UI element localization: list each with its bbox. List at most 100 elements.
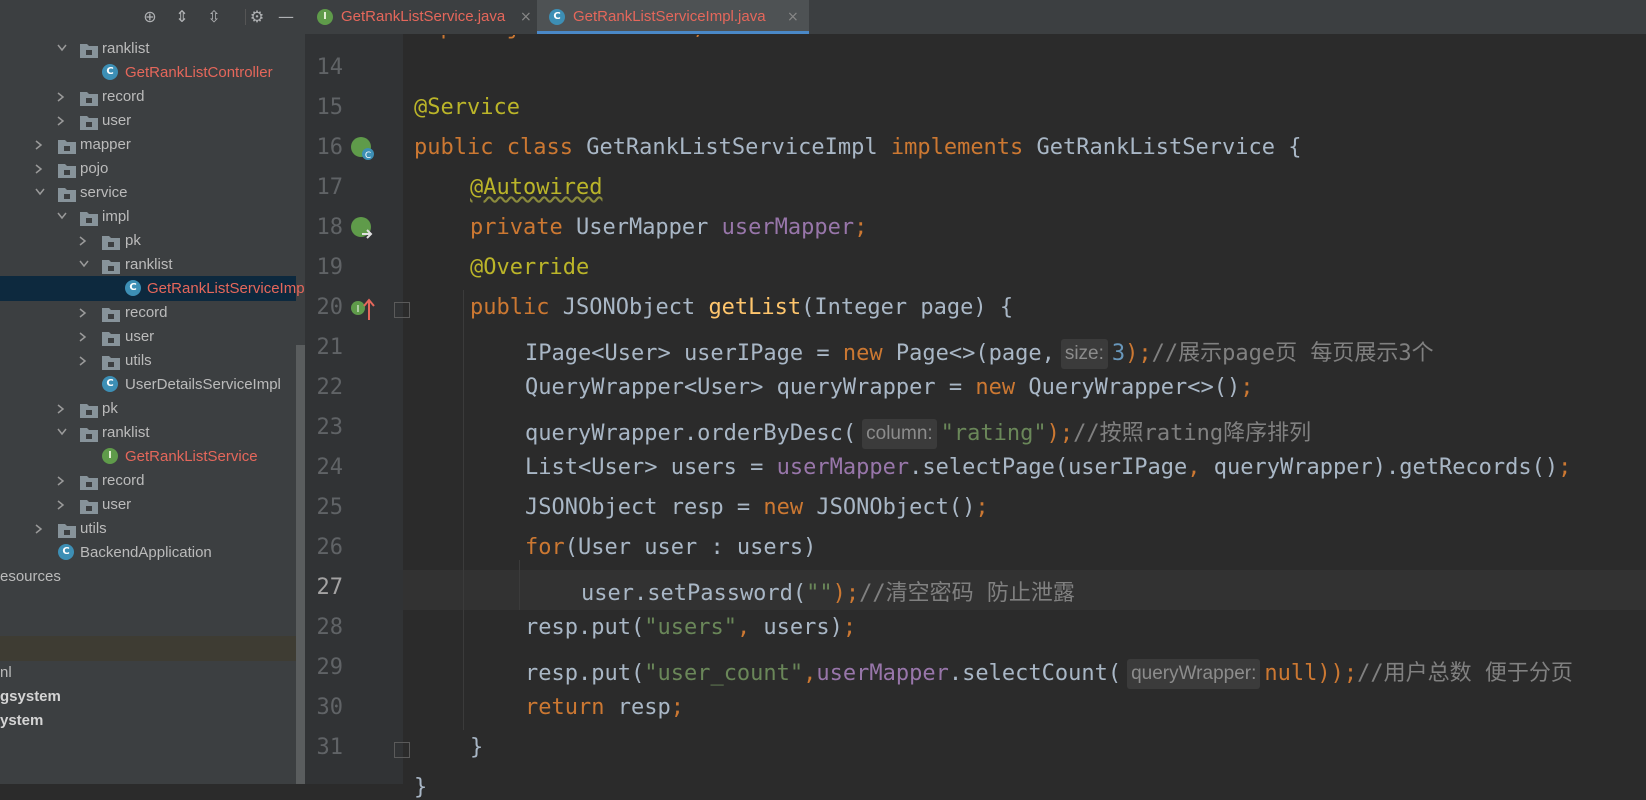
tree-item-pojo[interactable]: pojo — [0, 156, 296, 181]
tree-item-user[interactable]: user — [0, 492, 296, 517]
code-token: ); — [832, 581, 860, 606]
parameter-hint: queryWrapper: — [1127, 659, 1261, 689]
project-tree: ranklist C GetRankListController record … — [0, 36, 305, 784]
indent-guide — [519, 560, 520, 610]
chevron-down-icon[interactable] — [33, 180, 47, 205]
tree-item-utils[interactable]: utils — [0, 348, 296, 373]
code-line-30: return resp; — [525, 695, 684, 720]
code-token: public — [470, 295, 550, 320]
folder-icon — [80, 425, 98, 442]
folder-icon — [58, 521, 76, 538]
tree-item-label: record — [125, 304, 168, 321]
code-line-25: JSONObject resp = new JSONObject(); — [525, 495, 989, 520]
tree-item-mapper[interactable]: mapper — [0, 132, 296, 157]
tree-item-record[interactable]: record — [0, 468, 296, 493]
tree-item-module[interactable]: ystem — [0, 708, 296, 733]
tree-item-record[interactable]: record — [0, 84, 296, 109]
minimize-icon[interactable]: — — [276, 7, 296, 27]
tree-item-getranklistservice[interactable]: I GetRankListService — [0, 444, 296, 469]
chevron-right-icon[interactable] — [77, 300, 91, 325]
bean-navigation-icon[interactable] — [350, 216, 376, 242]
fold-marker-icon[interactable] — [394, 742, 410, 758]
code-token: List<User> users = — [525, 455, 777, 480]
tree-item-xml[interactable]: nl — [0, 660, 296, 685]
code-token: ; — [854, 215, 868, 240]
tree-item-ranklist[interactable]: ranklist — [0, 420, 296, 445]
tree-item-label: nl — [0, 664, 12, 681]
chevron-right-icon[interactable] — [55, 108, 69, 133]
folder-icon — [80, 89, 98, 106]
folder-icon — [80, 473, 98, 490]
tab-getranklistserviceimpl[interactable]: C GetRankListServiceImpl.java × — [537, 0, 809, 34]
line-number: 21 — [316, 335, 344, 360]
code-line-28: resp.put("users", users); — [525, 615, 856, 640]
tree-item-pk[interactable]: pk — [0, 396, 296, 421]
line-number: 31 — [316, 735, 344, 760]
tree-item-userdetailsserviceimpl[interactable]: C UserDetailsServiceImpl — [0, 372, 296, 397]
tree-item-utils[interactable]: utils — [0, 516, 296, 541]
tree-item-backendapplication[interactable]: C BackendApplication — [0, 540, 296, 565]
code-token: , — [803, 661, 817, 686]
chevron-right-icon[interactable] — [77, 324, 91, 349]
chevron-right-icon[interactable] — [33, 132, 47, 157]
chevron-right-icon[interactable] — [55, 396, 69, 421]
folder-icon — [80, 41, 98, 58]
tree-item-user[interactable]: user — [0, 108, 296, 133]
class-icon: C — [102, 64, 118, 80]
tree-item-label: user — [125, 328, 155, 345]
close-icon[interactable]: × — [787, 0, 799, 34]
tree-item-getranklistcontroller[interactable]: C GetRankListController — [0, 60, 296, 85]
override-method-icon[interactable]: I — [350, 296, 376, 322]
tree-item-label: mapper — [80, 136, 131, 153]
chevron-right-icon[interactable] — [55, 84, 69, 109]
chevron-right-icon[interactable] — [77, 228, 91, 253]
tree-item-ranklist[interactable]: ranklist — [0, 36, 296, 61]
code-token: ; — [670, 695, 684, 720]
chevron-right-icon[interactable] — [77, 348, 91, 373]
chevron-right-icon[interactable] — [33, 516, 47, 541]
code-token: UserMapper — [562, 215, 722, 240]
code-token: null — [1264, 661, 1318, 686]
code-token: ; — [1558, 455, 1572, 480]
chevron-down-icon[interactable] — [55, 204, 69, 229]
close-icon[interactable]: × — [520, 0, 532, 34]
code-token: "" — [806, 581, 833, 606]
chevron-down-icon[interactable] — [77, 252, 91, 277]
chevron-right-icon[interactable] — [55, 492, 69, 517]
code-token: (Integer page) { — [801, 295, 1014, 320]
chevron-right-icon[interactable] — [55, 468, 69, 493]
tree-item-record[interactable]: record — [0, 300, 296, 325]
folder-icon — [102, 329, 120, 346]
tree-item-pk[interactable]: pk — [0, 228, 296, 253]
tree-item-module[interactable]: gsystem — [0, 684, 296, 709]
code-token: QueryWrapper<User> queryWrapper = — [525, 375, 976, 400]
code-comment: //清空密码 防止泄露 — [859, 581, 1075, 606]
tree-item-service[interactable]: service — [0, 180, 296, 205]
fold-marker-icon[interactable] — [394, 302, 410, 318]
tree-item-label: pojo — [80, 160, 109, 177]
tree-item-label: user — [102, 496, 132, 513]
chevron-down-icon[interactable] — [55, 420, 69, 445]
crosshair-icon[interactable]: ⊕ — [140, 7, 160, 27]
tab-getranklistservice[interactable]: I GetRankListService.java × — [305, 0, 537, 34]
gear-icon[interactable]: ⚙ — [247, 7, 267, 27]
project-scrollbar[interactable] — [296, 345, 305, 784]
tree-item-getranklistserviceimpl[interactable]: C GetRankListServiceImpl — [0, 276, 305, 301]
chevron-down-icon[interactable] — [55, 36, 69, 61]
tree-item-user[interactable]: user — [0, 324, 296, 349]
line-number: 30 — [316, 695, 344, 720]
folder-icon — [80, 401, 98, 418]
expand-all-icon[interactable]: ⇕ — [172, 7, 192, 27]
code-token: , — [1187, 455, 1201, 480]
tree-item-label: pk — [125, 232, 141, 249]
chevron-right-icon[interactable] — [33, 156, 47, 181]
code-token: queryWrapper).getRecords() — [1200, 455, 1559, 480]
tree-item-ranklist-impl[interactable]: ranklist — [0, 252, 296, 277]
tree-item-impl[interactable]: impl — [0, 204, 296, 229]
implements-interface-icon[interactable]: C — [350, 136, 376, 162]
code-token: private — [470, 215, 563, 240]
collapse-all-icon[interactable]: ⇳ — [204, 7, 224, 27]
tree-item-highlighted[interactable] — [0, 636, 296, 661]
tree-item-resources[interactable]: esources — [0, 564, 296, 589]
code-line-27: user.setPassword("");//清空密码 防止泄露 — [581, 575, 1075, 607]
